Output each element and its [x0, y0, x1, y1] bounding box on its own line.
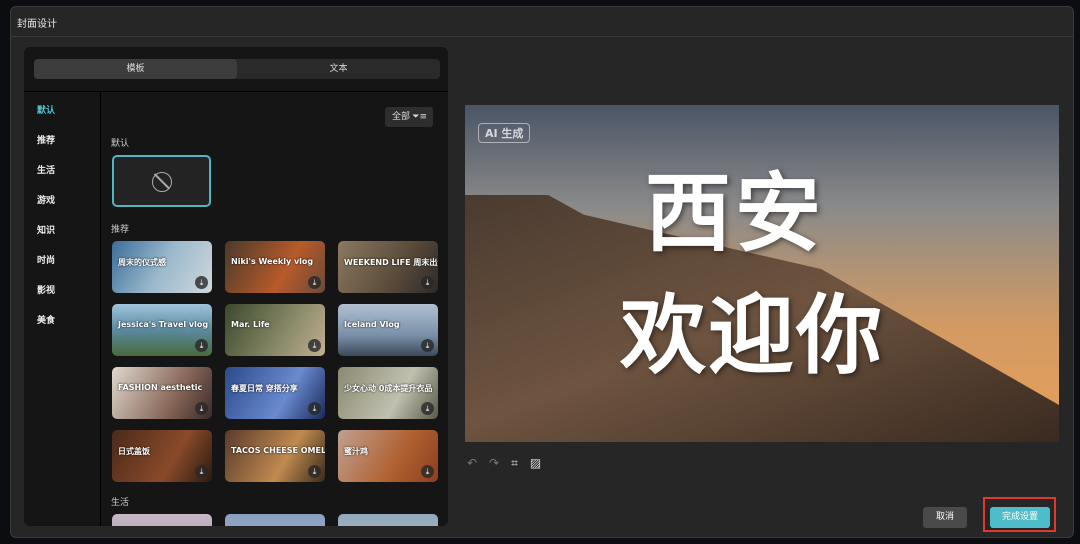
cover-title-line1[interactable]: 西安 — [645, 143, 825, 268]
template-panel: 模板 文本 默认 推荐 生活 游戏 知识 时尚 影视 美食 全部 ⏷≡ 默认 推荐 生活 周末的… — [24, 47, 448, 526]
thumbnail-text: Mar. Life — [231, 320, 270, 329]
no-entry-icon — [152, 172, 172, 192]
sidebar-item[interactable]: 影视 — [37, 283, 55, 296]
sidebar-item[interactable]: 游戏 — [37, 193, 55, 206]
template-thumbnail[interactable]: Jessica's Travel vlog ⤓ — [112, 304, 212, 356]
tab-bar: 模板 文本 — [34, 59, 440, 79]
download-icon[interactable]: ⤓ — [195, 276, 208, 289]
thumbnail-text: 蜜汁鸡 — [344, 447, 368, 456]
sidebar-item[interactable]: 时尚 — [37, 253, 55, 266]
section-life: 生活 — [111, 498, 130, 508]
template-thumbnail[interactable]: TACOS CHEESE OMELETTE ⤓ — [225, 430, 325, 482]
template-thumbnail[interactable]: 少女心动 0成本提升衣品 ⤓ — [338, 367, 438, 419]
tab-text[interactable]: 文本 — [237, 59, 440, 79]
no-template-option[interactable] — [112, 155, 211, 207]
template-thumbnail[interactable] — [112, 514, 212, 526]
thumbnail-text: Iceland Vlog — [344, 320, 400, 329]
cover-preview[interactable]: AI 生成 西安 欢迎你 — [465, 105, 1059, 442]
undo-icon[interactable]: ↶ — [467, 456, 477, 471]
sidebar-item[interactable]: 默认 — [37, 103, 55, 116]
thumbnail-text: Niki's Weekly vlog — [231, 257, 314, 266]
section-default: 默认 — [111, 139, 130, 149]
filter-icon: ⏷≡ — [412, 112, 427, 122]
replace-image-icon[interactable]: ▨ — [530, 456, 541, 471]
download-icon[interactable]: ⤓ — [308, 465, 321, 478]
download-icon[interactable]: ⤓ — [195, 402, 208, 415]
sidebar-item[interactable]: 推荐 — [37, 133, 55, 146]
download-icon[interactable]: ⤓ — [308, 276, 321, 289]
template-thumbnail[interactable] — [225, 514, 325, 526]
dialog-title: 封面设计 — [17, 19, 57, 30]
tab-template[interactable]: 模板 — [34, 59, 237, 79]
thumbnail-text: 日式盖饭 — [118, 447, 150, 456]
thumbnail-text: 春夏日常 穿搭分享 — [231, 384, 298, 393]
template-thumbnail[interactable]: FASHION aesthetic ⤓ — [112, 367, 212, 419]
redo-icon[interactable]: ↷ — [489, 456, 499, 471]
category-sidebar: 默认推荐生活游戏知识时尚影视美食 — [24, 92, 101, 526]
filter-label: 全部 — [392, 112, 411, 122]
highlight-box — [983, 497, 1056, 532]
thumbnail-text: FASHION aesthetic — [118, 383, 203, 392]
sidebar-item[interactable]: 美食 — [37, 313, 55, 326]
ai-generated-badge: AI 生成 — [478, 123, 531, 143]
download-icon[interactable]: ⤓ — [195, 339, 208, 352]
download-icon[interactable]: ⤓ — [421, 339, 434, 352]
thumbnail-text: WEEKEND LIFE 周末出游川记 — [344, 258, 438, 267]
download-icon[interactable]: ⤓ — [421, 402, 434, 415]
download-icon[interactable]: ⤓ — [195, 465, 208, 478]
cover-design-dialog: 封面设计 模板 文本 默认 推荐 生活 游戏 知识 时尚 影视 美食 全部 ⏷≡ 默认 推荐 生… — [10, 6, 1074, 538]
divider — [11, 36, 1073, 37]
template-thumbnail[interactable]: 蜜汁鸡 ⤓ — [338, 430, 438, 482]
cover-title-line2[interactable]: 欢迎你 — [620, 265, 884, 390]
thumbnail-text: 少女心动 0成本提升衣品 — [344, 384, 433, 393]
template-thumbnail[interactable]: 日式盖饭 ⤓ — [112, 430, 212, 482]
template-thumbnail[interactable]: 周末的仪式感 ⤓ — [112, 241, 212, 293]
download-icon[interactable]: ⤓ — [421, 276, 434, 289]
cancel-button[interactable]: 取消 — [923, 507, 967, 528]
section-recommend: 推荐 — [111, 225, 130, 235]
template-thumbnail[interactable]: 春夏日常 穿搭分享 ⤓ — [225, 367, 325, 419]
sidebar-item[interactable]: 生活 — [37, 163, 55, 176]
download-icon[interactable]: ⤓ — [308, 402, 321, 415]
template-thumbnail[interactable]: Niki's Weekly vlog ⤓ — [225, 241, 325, 293]
template-thumbnail[interactable]: Mar. Life ⤓ — [225, 304, 325, 356]
download-icon[interactable]: ⤓ — [308, 339, 321, 352]
filter-button[interactable]: 全部 ⏷≡ — [385, 107, 433, 127]
download-icon[interactable]: ⤓ — [421, 465, 434, 478]
template-list: 全部 ⏷≡ 默认 推荐 生活 周末的仪式感 ⤓ Niki's Weekly vlog ⤓… — [102, 92, 448, 526]
template-thumbnail[interactable]: WEEKEND LIFE 周末出游川记 ⤓ — [338, 241, 438, 293]
template-thumbnail[interactable] — [338, 514, 438, 526]
crop-icon[interactable]: ⌗ — [511, 456, 518, 471]
thumbnail-text: 周末的仪式感 — [118, 258, 166, 267]
template-thumbnail[interactable]: Iceland Vlog ⤓ — [338, 304, 438, 356]
sidebar-item[interactable]: 知识 — [37, 223, 55, 236]
thumbnail-text: TACOS CHEESE OMELETTE — [231, 446, 325, 455]
thumbnail-text: Jessica's Travel vlog — [118, 320, 209, 329]
preview-toolbar: ↶ ↷ ⌗ ▨ — [467, 456, 541, 471]
